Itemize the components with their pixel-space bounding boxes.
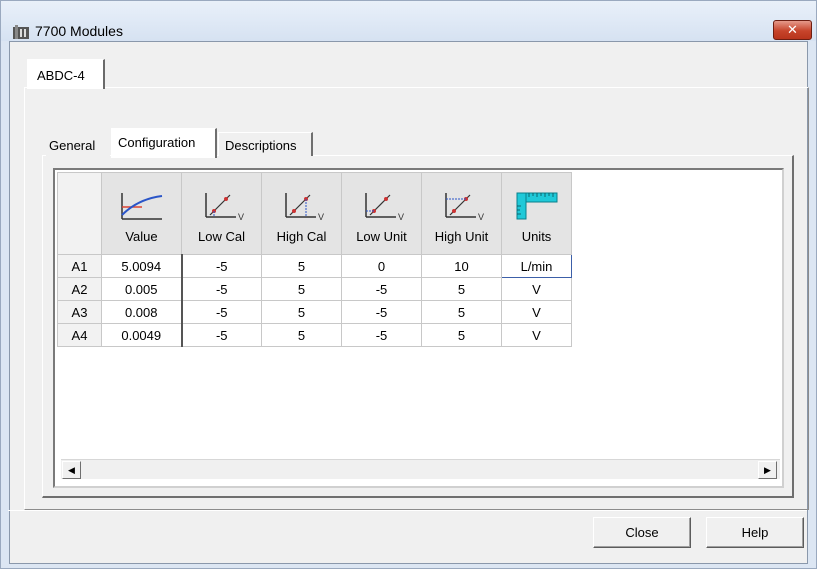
- cell-low-cal[interactable]: -5: [180, 300, 262, 324]
- scroll-right-icon[interactable]: ▶: [758, 461, 777, 479]
- ruler-icon: [516, 192, 557, 220]
- tab-descriptions[interactable]: Descriptions: [218, 132, 313, 156]
- column-label-low-cal: Low Cal: [198, 229, 245, 244]
- cell-low-cal[interactable]: -5: [180, 323, 262, 347]
- help-button[interactable]: Help: [706, 517, 804, 548]
- cell-high-unit[interactable]: 5: [421, 300, 502, 324]
- column-label-value: Value: [125, 229, 158, 244]
- grid-corner-cell: [57, 172, 102, 255]
- cell-high-cal[interactable]: 5: [261, 277, 342, 301]
- low-unit-icon: V: [364, 193, 404, 221]
- cell-units[interactable]: V: [501, 300, 572, 324]
- column-header-value[interactable]: Value: [101, 172, 182, 255]
- table-row: A2 0.005 -5 5 -5 5 V: [57, 277, 572, 301]
- high-cal-icon: V: [284, 193, 324, 221]
- cell-units-selected[interactable]: L/min: [501, 254, 572, 278]
- configuration-grid: Value V Low Cal V High Cal V Low Unit V …: [57, 172, 572, 347]
- low-cal-icon-subscript: V: [238, 212, 244, 221]
- column-label-high-cal: High Cal: [276, 229, 327, 244]
- cell-high-unit[interactable]: 5: [421, 323, 502, 347]
- horizontal-scrollbar[interactable]: ◀ ▶: [61, 459, 780, 479]
- tab-general[interactable]: General: [46, 132, 110, 156]
- cell-value[interactable]: 0.0049: [101, 323, 182, 347]
- scroll-left-icon[interactable]: ◀: [62, 461, 81, 479]
- row-header-a4[interactable]: A4: [57, 323, 102, 347]
- cell-low-unit[interactable]: -5: [341, 300, 422, 324]
- title-bar[interactable]: 7700 Modules ✕: [1, 1, 816, 41]
- grid-header-row: Value V Low Cal V High Cal V Low Unit V …: [57, 172, 572, 255]
- cell-low-cal[interactable]: -5: [180, 254, 262, 278]
- column-header-high-unit[interactable]: V High Unit: [421, 172, 502, 255]
- cell-high-cal[interactable]: 5: [261, 323, 342, 347]
- cell-value[interactable]: 0.008: [101, 300, 182, 324]
- cell-low-unit[interactable]: -5: [341, 323, 422, 347]
- table-row: A3 0.008 -5 5 -5 5 V: [57, 300, 572, 324]
- cell-value[interactable]: 0.005: [101, 277, 182, 301]
- cell-low-unit[interactable]: 0: [341, 254, 422, 278]
- tab-configuration[interactable]: Configuration: [111, 128, 217, 158]
- column-label-units: Units: [521, 229, 552, 244]
- cell-high-unit[interactable]: 5: [421, 277, 502, 301]
- column-header-low-unit[interactable]: V Low Unit: [341, 172, 422, 255]
- low-cal-icon: V: [204, 193, 244, 221]
- table-row: A1 5.0094 -5 5 0 10 L/min: [57, 254, 572, 278]
- cell-low-unit[interactable]: -5: [341, 277, 422, 301]
- low-unit-icon-subscript: V: [398, 212, 404, 221]
- cell-low-cal[interactable]: -5: [180, 277, 262, 301]
- footer-divider: [8, 510, 807, 511]
- cell-units[interactable]: V: [501, 277, 572, 301]
- high-unit-icon: V: [444, 193, 484, 221]
- tab-abdc-4[interactable]: ABDC-4: [27, 59, 105, 89]
- cell-value[interactable]: 5.0094: [101, 254, 182, 278]
- row-header-a3[interactable]: A3: [57, 300, 102, 324]
- row-header-a2[interactable]: A2: [57, 277, 102, 301]
- tab-abdc-4-label: ABDC-4: [37, 68, 85, 83]
- window-title: 7700 Modules: [35, 23, 123, 39]
- high-unit-icon-subscript: V: [478, 212, 484, 221]
- cell-units[interactable]: V: [501, 323, 572, 347]
- high-cal-icon-subscript: V: [318, 212, 324, 221]
- table-row: A4 0.0049 -5 5 -5 5 V: [57, 323, 572, 347]
- row-header-a1[interactable]: A1: [57, 254, 102, 278]
- cell-high-cal[interactable]: 5: [261, 254, 342, 278]
- column-header-high-cal[interactable]: V High Cal: [261, 172, 342, 255]
- window-close-button[interactable]: ✕: [773, 20, 812, 40]
- column-label-low-unit: Low Unit: [356, 229, 407, 244]
- column-header-low-cal[interactable]: V Low Cal: [181, 172, 262, 255]
- value-curve-icon: [120, 193, 162, 220]
- cell-high-unit[interactable]: 10: [421, 254, 502, 278]
- column-label-high-unit: High Unit: [434, 229, 489, 244]
- close-button[interactable]: Close: [593, 517, 691, 548]
- cell-high-cal[interactable]: 5: [261, 300, 342, 324]
- app-icon: [13, 25, 29, 39]
- column-header-units[interactable]: Units: [501, 172, 572, 255]
